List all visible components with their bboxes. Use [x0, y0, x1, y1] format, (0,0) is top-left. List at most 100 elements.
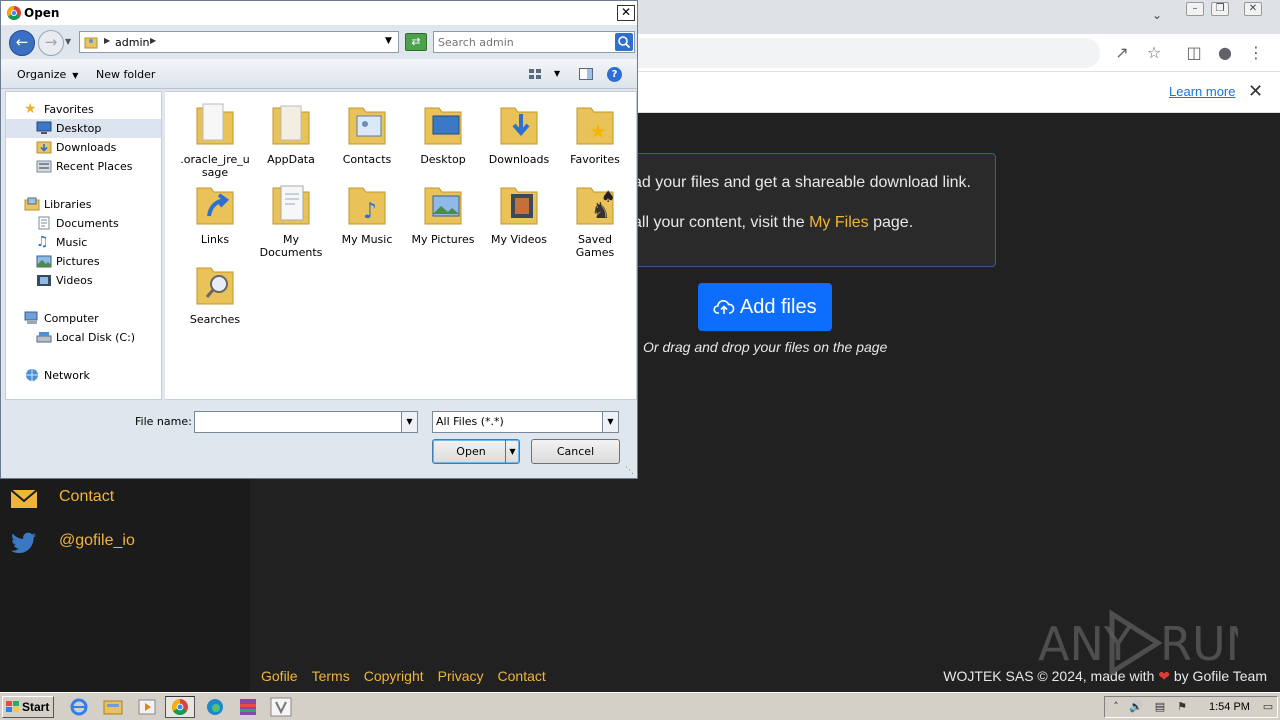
organize-menu[interactable]: Organize ▼ — [17, 68, 78, 81]
nav-item-desktop[interactable]: Desktop — [6, 119, 161, 138]
add-files-button[interactable]: Add files — [698, 283, 832, 331]
file-type-dropdown-icon[interactable]: ▼ — [602, 412, 618, 432]
tray-expand-icon[interactable]: ˄ — [1109, 700, 1123, 714]
file-item[interactable]: ★ Favorites — [559, 100, 631, 166]
taskbar: Start ˄ 🔊 ▤ ⚑ 1:54 PM ▭ — [0, 692, 1280, 720]
breadcrumb-chevron-icon[interactable]: ▶ — [150, 36, 156, 45]
nav-item-network[interactable]: Network — [24, 366, 159, 385]
winrar-icon[interactable] — [237, 697, 259, 717]
breadcrumb-separator-icon[interactable]: ▶ — [104, 36, 110, 45]
nav-item-pictures[interactable]: Pictures — [36, 252, 156, 271]
nav-item-libraries[interactable]: Libraries — [24, 195, 159, 214]
file-explorer-icon[interactable] — [102, 697, 124, 717]
file-name: .oracle_jre_usage — [180, 153, 250, 179]
file-item[interactable]: My Documents — [255, 180, 327, 259]
recent-places-icon — [36, 160, 52, 173]
tab-search-chevron-icon[interactable]: ⌄ — [1152, 8, 1162, 22]
infobar-close-icon[interactable]: ✕ — [1248, 81, 1263, 102]
address-bar[interactable] — [600, 38, 1100, 68]
file-item[interactable]: My Pictures — [407, 180, 479, 246]
open-button[interactable]: Open ▼ — [432, 439, 520, 464]
footer-link-copyright[interactable]: Copyright — [364, 668, 424, 684]
file-item[interactable]: Searches — [179, 260, 251, 326]
anyrun-app-icon[interactable] — [270, 697, 292, 717]
nav-item-downloads[interactable]: Downloads — [36, 138, 156, 157]
search-icon[interactable] — [615, 33, 633, 51]
preview-pane-icon[interactable] — [578, 66, 594, 82]
file-item[interactable]: AppData — [255, 100, 327, 166]
file-name-input[interactable] — [195, 412, 399, 432]
user-folder-icon — [84, 37, 98, 49]
open-options-chevron-icon[interactable]: ▼ — [505, 440, 519, 463]
file-name-combobox[interactable]: ▼ — [194, 411, 418, 433]
forward-button[interactable]: → — [38, 30, 64, 56]
my-files-link[interactable]: My Files — [809, 214, 869, 231]
minimize-button[interactable]: – — [1186, 2, 1204, 16]
profile-avatar-icon[interactable]: ● — [1214, 42, 1236, 64]
footer-link-contact[interactable]: Contact — [498, 668, 546, 684]
media-player-icon[interactable] — [136, 697, 158, 717]
file-item[interactable]: Desktop — [407, 100, 479, 166]
file-item[interactable]: Downloads — [483, 100, 555, 166]
footer-link-gofile[interactable]: Gofile — [261, 668, 298, 684]
edge-icon[interactable] — [204, 697, 226, 717]
footer-link-terms[interactable]: Terms — [312, 668, 350, 684]
file-type-select[interactable]: All Files (*.*) ▼ — [432, 411, 619, 433]
new-folder-button[interactable]: New folder — [96, 68, 155, 81]
file-item[interactable]: ♪ My Music — [331, 180, 403, 246]
more-menu-icon[interactable]: ⋮ — [1245, 42, 1267, 64]
star-icon: ★ — [24, 101, 37, 117]
side-panel-icon[interactable]: ◫ — [1183, 42, 1205, 64]
file-item[interactable]: Links — [179, 180, 251, 246]
restore-button[interactable]: ❐ — [1211, 2, 1229, 16]
show-desktop-icon[interactable]: ▭ — [1261, 700, 1275, 714]
nav-item-favorites[interactable]: ★ Favorites — [24, 100, 159, 119]
nav-item-local-disk[interactable]: Local Disk (C:) — [36, 328, 156, 347]
change-view-icon[interactable] — [527, 66, 543, 82]
bookmark-star-icon[interactable]: ☆ — [1143, 42, 1165, 64]
learn-more-link[interactable]: Learn more — [1169, 84, 1235, 99]
file-name-dropdown-icon[interactable]: ▼ — [401, 412, 417, 432]
chrome-taskbar-button[interactable] — [165, 696, 195, 718]
dialog-close-button[interactable]: ✕ — [617, 5, 635, 21]
sidebar-item-twitter[interactable]: @gofile_io — [0, 523, 250, 563]
refresh-button[interactable]: ⇄ — [405, 33, 427, 51]
nav-item-computer[interactable]: Computer — [24, 309, 159, 328]
svg-text:★: ★ — [589, 119, 607, 143]
nav-item-music[interactable]: ♫ Music — [36, 233, 156, 252]
file-item[interactable]: ♞ ♠ Saved Games — [559, 180, 631, 259]
recent-locations-chevron-icon[interactable]: ▼ — [65, 37, 71, 46]
file-name: My Music — [341, 233, 393, 246]
network-tray-icon[interactable]: ▤ — [1153, 700, 1167, 714]
back-button[interactable]: ← — [9, 30, 35, 56]
file-item[interactable]: .oracle_jre_usage — [179, 100, 251, 179]
resize-grip-icon[interactable]: ⋱ — [625, 466, 634, 476]
file-item[interactable]: Contacts — [331, 100, 403, 166]
nav-item-label: Libraries — [44, 198, 92, 211]
cancel-button[interactable]: Cancel — [531, 439, 620, 464]
internet-explorer-icon[interactable] — [68, 697, 90, 717]
close-window-button[interactable]: ✕ — [1244, 2, 1262, 16]
nav-item-videos[interactable]: Videos — [36, 271, 156, 290]
address-breadcrumb[interactable]: ▶ admin ▶ ▼ — [79, 31, 399, 53]
file-name-label: File name: — [135, 415, 192, 428]
share-icon[interactable]: ↗ — [1111, 42, 1133, 64]
nav-item-recent-places[interactable]: Recent Places — [36, 157, 156, 176]
address-dropdown-icon[interactable]: ▼ — [385, 36, 392, 46]
view-options-chevron-icon[interactable]: ▼ — [554, 69, 560, 78]
footer-link-privacy[interactable]: Privacy — [438, 668, 484, 684]
action-center-flag-icon[interactable]: ⚑ — [1175, 700, 1189, 714]
sidebar-item-contact[interactable]: Contact — [0, 479, 250, 519]
clock[interactable]: 1:54 PM — [1209, 701, 1250, 713]
help-icon[interactable]: ? — [607, 67, 622, 82]
search-box[interactable] — [433, 31, 635, 53]
file-name: Downloads — [488, 153, 550, 166]
nav-item-documents[interactable]: Documents — [36, 214, 156, 233]
downloads-folder-icon — [500, 107, 538, 145]
volume-icon[interactable]: 🔊 — [1129, 700, 1143, 714]
file-item[interactable]: My Videos — [483, 180, 555, 246]
breadcrumb-admin[interactable]: admin — [115, 36, 149, 49]
dialog-titlebar[interactable]: Open ✕ — [1, 1, 637, 25]
search-input[interactable] — [438, 34, 610, 50]
start-button[interactable]: Start — [2, 696, 54, 718]
